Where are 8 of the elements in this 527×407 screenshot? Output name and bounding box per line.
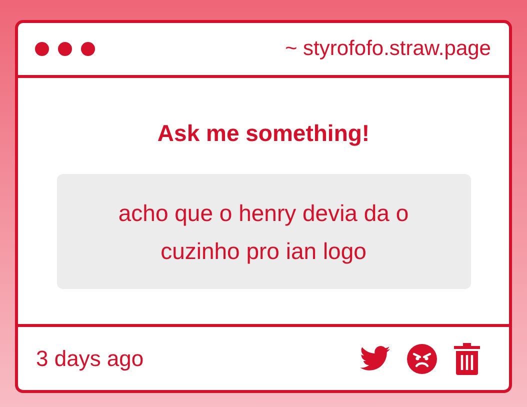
- timestamp: 3 days ago: [36, 346, 144, 372]
- trash-icon[interactable]: [454, 342, 480, 374]
- heading: Ask me something!: [157, 120, 370, 147]
- angry-face-icon[interactable]: [407, 344, 437, 374]
- question-text: acho que o henry devia da o cuzinho pro ian logo: [56, 174, 470, 289]
- bird-icon[interactable]: [360, 346, 390, 371]
- window-dots-icon: [34, 41, 96, 57]
- window-title: ~ styrofofo.straw.page: [284, 37, 491, 61]
